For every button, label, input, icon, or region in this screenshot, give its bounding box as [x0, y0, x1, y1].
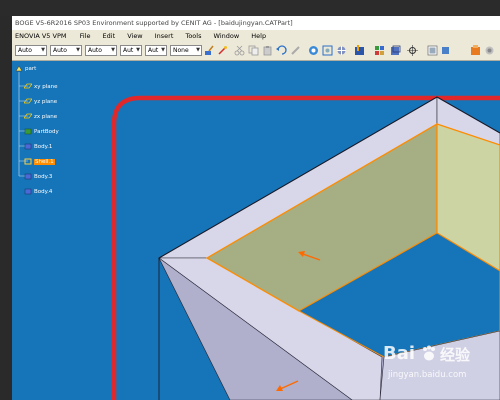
- tree-node-partbody[interactable]: PartBody: [24, 128, 59, 136]
- body-icon: [24, 128, 32, 135]
- tree-label-shell-1: Shell.1: [34, 159, 55, 165]
- watermark-url: jingyan.baidu.com: [388, 370, 467, 380]
- menu-window[interactable]: Window: [209, 30, 245, 42]
- tree-node-body-4[interactable]: Body.4: [24, 188, 52, 196]
- menu-insert[interactable]: Insert: [150, 30, 179, 42]
- tree-label-zx-plane: zx plane: [34, 114, 58, 120]
- chevron-down-icon: ▼: [76, 47, 80, 53]
- menu-view[interactable]: View: [122, 30, 147, 42]
- fit-all-icon[interactable]: [322, 45, 333, 56]
- chevron-down-icon: ▼: [111, 47, 115, 53]
- desktop-frame: [0, 0, 500, 16]
- cut-icon[interactable]: [234, 45, 245, 56]
- chevron-down-icon: ▼: [136, 47, 140, 53]
- tree-label-yz-plane: yz plane: [34, 99, 58, 105]
- color-select-value: Auto: [18, 47, 32, 54]
- specification-tree: part xy plane yz plane zx plane PartBody…: [12, 61, 92, 201]
- part-icon: [15, 65, 23, 72]
- plane-icon: [24, 83, 32, 89]
- tree-node-body-3[interactable]: Body.3: [24, 173, 52, 181]
- copy-icon[interactable]: [248, 45, 259, 56]
- point-type-select[interactable]: Aut ▼: [145, 45, 167, 56]
- tree-label-body-4: Body.4: [34, 189, 53, 195]
- line-thickness-select[interactable]: Auto ▼: [85, 45, 117, 56]
- point-type-select-value: Aut: [148, 47, 159, 54]
- swap-visible-space-icon[interactable]: [427, 45, 438, 56]
- view-mode-icon[interactable]: [390, 45, 401, 56]
- watermark-brand: Bai: [383, 343, 416, 364]
- paste-icon[interactable]: [262, 45, 273, 56]
- tree-label-part: part: [25, 66, 37, 72]
- tree-node-zx-plane[interactable]: zx plane: [24, 113, 57, 121]
- fly-mode-icon[interactable]: [308, 45, 319, 56]
- pencil-icon[interactable]: [290, 45, 301, 56]
- apply-material-icon[interactable]: [484, 45, 495, 56]
- tree-node-shell-1[interactable]: Shell.1: [24, 158, 55, 166]
- window-title: BOGE V5-6R2016 SP03 Environment supporte…: [12, 16, 500, 30]
- chevron-down-icon: ▼: [161, 47, 165, 53]
- plane-icon: [24, 98, 32, 104]
- magic-wand-icon[interactable]: [217, 45, 228, 56]
- shell-feature-icon: [24, 158, 32, 165]
- layer-select-value: None: [173, 47, 189, 54]
- material-icon[interactable]: [470, 45, 481, 56]
- color-select[interactable]: Auto ▼: [15, 45, 47, 56]
- line-type-select[interactable]: Aut ▼: [120, 45, 142, 56]
- transparency-select-value: Auto: [53, 47, 67, 54]
- menu-bar: ENOVIA V5 VPM File Edit View Insert Tool…: [12, 30, 500, 42]
- multi-view-icon[interactable]: [374, 45, 385, 56]
- paw-icon: [423, 345, 435, 361]
- tree-node-xy-plane[interactable]: xy plane: [24, 83, 58, 91]
- body-icon: [24, 188, 32, 195]
- tree-node-yz-plane[interactable]: yz plane: [24, 98, 57, 106]
- body-icon: [24, 173, 32, 180]
- line-type-select-value: Aut: [123, 47, 134, 54]
- menu-tools[interactable]: Tools: [180, 30, 206, 42]
- tree-label-body-1: Body.1: [34, 144, 53, 150]
- plane-icon: [24, 113, 32, 119]
- tree-label-partbody: PartBody: [34, 129, 59, 135]
- watermark-brand-cn: 经验: [440, 346, 471, 364]
- layer-icon[interactable]: [440, 45, 451, 56]
- graphic-properties-toolbar: Auto ▼ Auto ▼ Auto ▼ Aut ▼ Aut ▼ None ▼: [12, 42, 500, 61]
- line-thickness-select-value: Auto: [88, 47, 102, 54]
- pan-icon[interactable]: [336, 45, 347, 56]
- layer-select[interactable]: None ▼: [170, 45, 202, 56]
- transparency-select[interactable]: Auto ▼: [50, 45, 82, 56]
- tree-node-body-1[interactable]: Body.1: [24, 143, 52, 151]
- menu-file[interactable]: File: [75, 30, 96, 42]
- menu-help[interactable]: Help: [246, 30, 271, 42]
- tree-label-xy-plane: xy plane: [34, 84, 58, 90]
- normal-view-icon[interactable]: [354, 45, 365, 56]
- painter-icon[interactable]: [204, 45, 215, 56]
- menu-brand[interactable]: ENOVIA V5 VPM: [12, 30, 72, 42]
- chevron-down-icon: ▼: [196, 47, 200, 53]
- tree-node-part[interactable]: part: [15, 65, 36, 73]
- undo-icon[interactable]: [276, 45, 287, 56]
- body-icon: [24, 143, 32, 150]
- watermark: Bai 经验 jingyan.baidu.com: [383, 343, 495, 391]
- hide-show-icon[interactable]: [407, 45, 418, 56]
- tree-label-body-3: Body.3: [34, 174, 53, 180]
- chevron-down-icon: ▼: [41, 47, 45, 53]
- menu-edit[interactable]: Edit: [98, 30, 121, 42]
